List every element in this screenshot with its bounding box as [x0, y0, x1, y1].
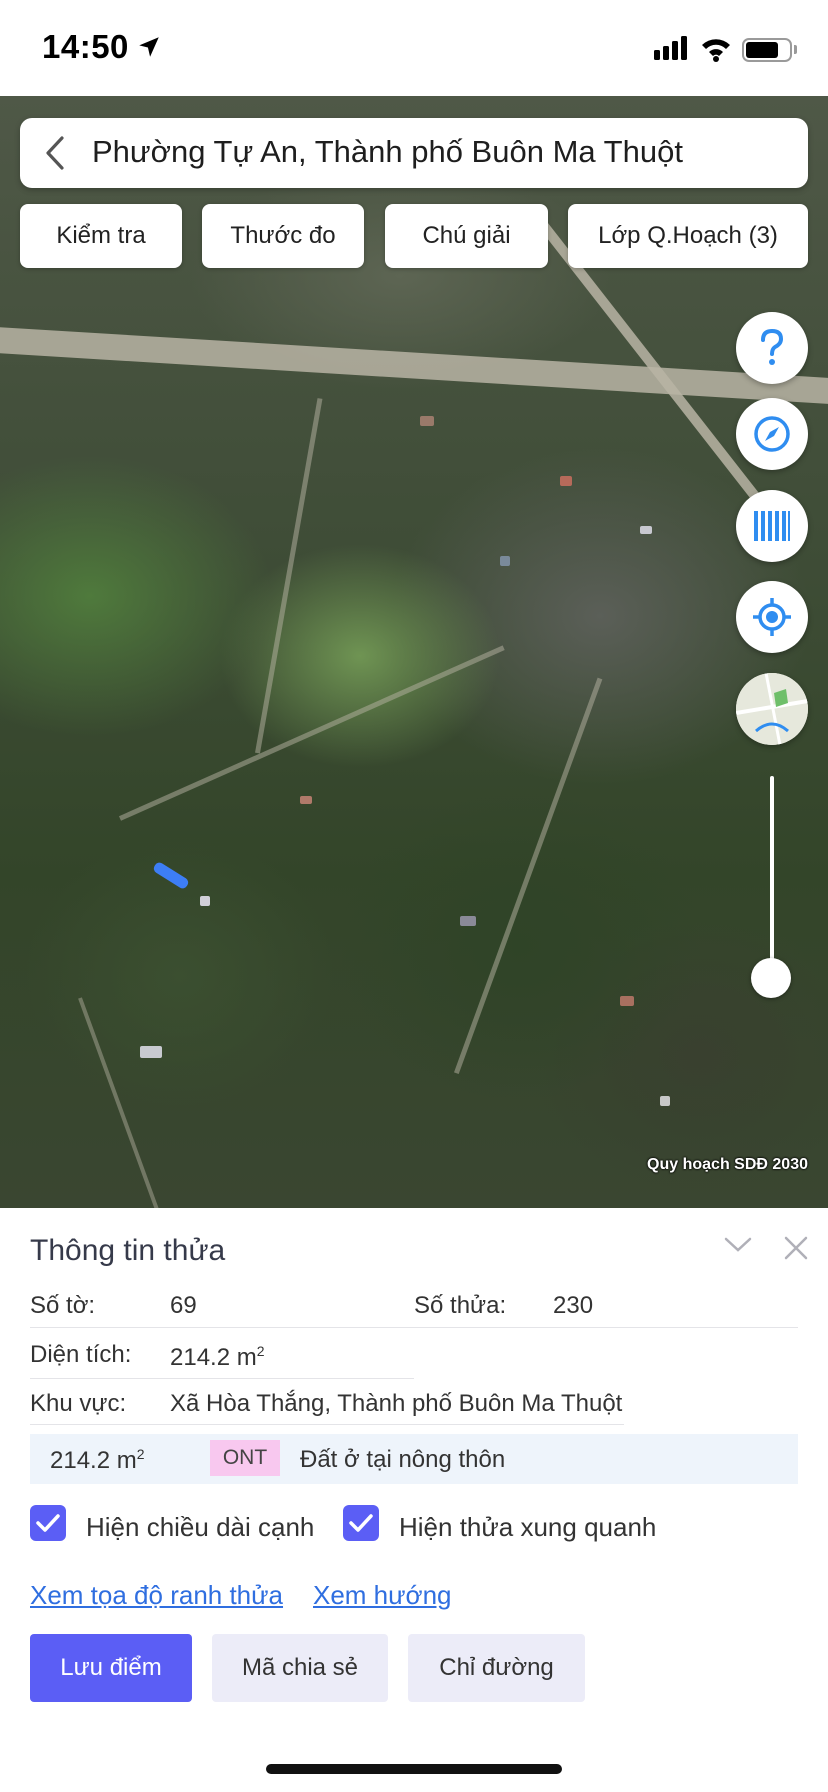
- wifi-icon: [702, 39, 730, 62]
- map-building: [500, 556, 510, 566]
- my-location-button[interactable]: [736, 581, 808, 653]
- map-building: [640, 526, 652, 534]
- map-type-button[interactable]: [736, 673, 808, 745]
- map-building: [660, 1096, 670, 1106]
- check-button[interactable]: Kiểm tra: [20, 204, 182, 268]
- map-building: [620, 996, 634, 1006]
- measure-button-label: Thước đo: [230, 222, 336, 249]
- share-code-label: Mã chia sẻ: [241, 1654, 359, 1681]
- map-road: [255, 398, 323, 754]
- question-mark-icon: [761, 328, 784, 365]
- battery-tip: [794, 45, 797, 54]
- location-arrow-icon: [139, 37, 159, 57]
- map-building: [560, 476, 572, 486]
- land-use-code-badge: ONT: [210, 1440, 280, 1476]
- help-button[interactable]: [736, 312, 808, 384]
- barcode-icon: [754, 511, 790, 541]
- checkmark-icon: [36, 1514, 60, 1532]
- close-icon[interactable]: [784, 1236, 808, 1260]
- crosshair-icon: [753, 598, 791, 636]
- land-use-area-superscript: 2: [136, 1446, 145, 1462]
- map-road: [454, 677, 603, 1075]
- compass-button[interactable]: [736, 398, 808, 470]
- view-direction-link[interactable]: Xem hướng: [313, 1580, 452, 1611]
- parcel-number-label: Số thửa:: [414, 1292, 507, 1319]
- save-point-button[interactable]: Lưu điểm: [30, 1634, 192, 1702]
- divider: [30, 1327, 798, 1328]
- map-layer-credit: Quy hoạch SDĐ 2030: [647, 1156, 808, 1173]
- area-number: 214.2 m: [170, 1344, 257, 1371]
- show-edge-length-checkbox[interactable]: [30, 1505, 66, 1541]
- land-use-area: 214.2 m2: [50, 1446, 145, 1475]
- status-bar: 14:50: [0, 0, 828, 96]
- view-boundary-coordinates-link[interactable]: Xem tọa độ ranh thửa: [30, 1580, 283, 1611]
- back-chevron-icon[interactable]: [42, 135, 68, 171]
- region-label: Khu vực:: [30, 1390, 127, 1417]
- land-use-description: Đất ở tại nông thôn: [300, 1446, 506, 1473]
- chevron-down-icon[interactable]: [724, 1236, 752, 1254]
- map-building: [420, 416, 434, 426]
- map-building: [200, 896, 210, 906]
- panel-title: Thông tin thửa: [30, 1234, 226, 1267]
- check-button-label: Kiểm tra: [56, 222, 146, 249]
- save-point-label: Lưu điểm: [60, 1654, 162, 1681]
- area-value: 214.2 m2: [170, 1343, 265, 1372]
- map-road: [0, 326, 828, 407]
- map-building: [140, 1046, 162, 1058]
- compass-icon: [754, 416, 790, 452]
- barcode-scan-button[interactable]: [736, 490, 808, 562]
- home-indicator[interactable]: [266, 1764, 562, 1774]
- measure-button[interactable]: Thước đo: [202, 204, 364, 268]
- map-thumbnail-icon: [736, 673, 808, 745]
- legend-button-label: Chú giải: [422, 222, 511, 249]
- area-label: Diện tích:: [30, 1341, 132, 1368]
- map-building: [460, 916, 476, 926]
- show-neighbors-checkbox[interactable]: [343, 1505, 379, 1541]
- show-neighbors-label[interactable]: Hiện thửa xung quanh: [399, 1512, 656, 1543]
- location-search-bar[interactable]: Phường Tự An, Thành phố Buôn Ma Thuột: [20, 118, 808, 188]
- battery-icon: [742, 38, 792, 62]
- parcel-number-value: 230: [553, 1292, 594, 1319]
- directions-label: Chỉ đường: [439, 1654, 554, 1681]
- signal-icon: [654, 36, 687, 60]
- show-edge-length-label[interactable]: Hiện chiều dài cạnh: [86, 1512, 314, 1543]
- land-use-area-number: 214.2 m: [50, 1447, 137, 1474]
- land-use-row: 214.2 m2 ONT Đất ở tại nông thôn: [30, 1434, 798, 1484]
- divider: [30, 1378, 414, 1379]
- zoom-slider-handle[interactable]: [751, 958, 791, 998]
- map-road: [118, 645, 505, 821]
- map-building: [300, 796, 312, 804]
- status-time: 14:50: [42, 28, 129, 65]
- checkmark-icon: [349, 1514, 373, 1532]
- legend-button[interactable]: Chú giải: [385, 204, 548, 268]
- share-code-button[interactable]: Mã chia sẻ: [212, 1634, 388, 1702]
- sheet-label: Số tờ:: [30, 1292, 96, 1319]
- map-road: [78, 997, 185, 1208]
- area-unit-superscript: 2: [256, 1343, 265, 1359]
- directions-button[interactable]: Chỉ đường: [408, 1634, 585, 1702]
- app-screen: 14:50 Phường Tự An, Thành phố Buôn Ma Th…: [0, 0, 828, 1792]
- region-value: Xã Hòa Thắng, Thành phố Buôn Ma Thuột: [170, 1390, 623, 1417]
- planning-layers-button[interactable]: Lớp Q.Hoạch (3): [568, 204, 808, 268]
- sheet-value: 69: [170, 1292, 197, 1319]
- location-title: Phường Tự An, Thành phố Buôn Ma Thuột: [92, 134, 683, 169]
- zoom-slider-track[interactable]: [770, 776, 774, 976]
- divider: [30, 1424, 624, 1425]
- planning-layers-label: Lớp Q.Hoạch (3): [598, 222, 778, 249]
